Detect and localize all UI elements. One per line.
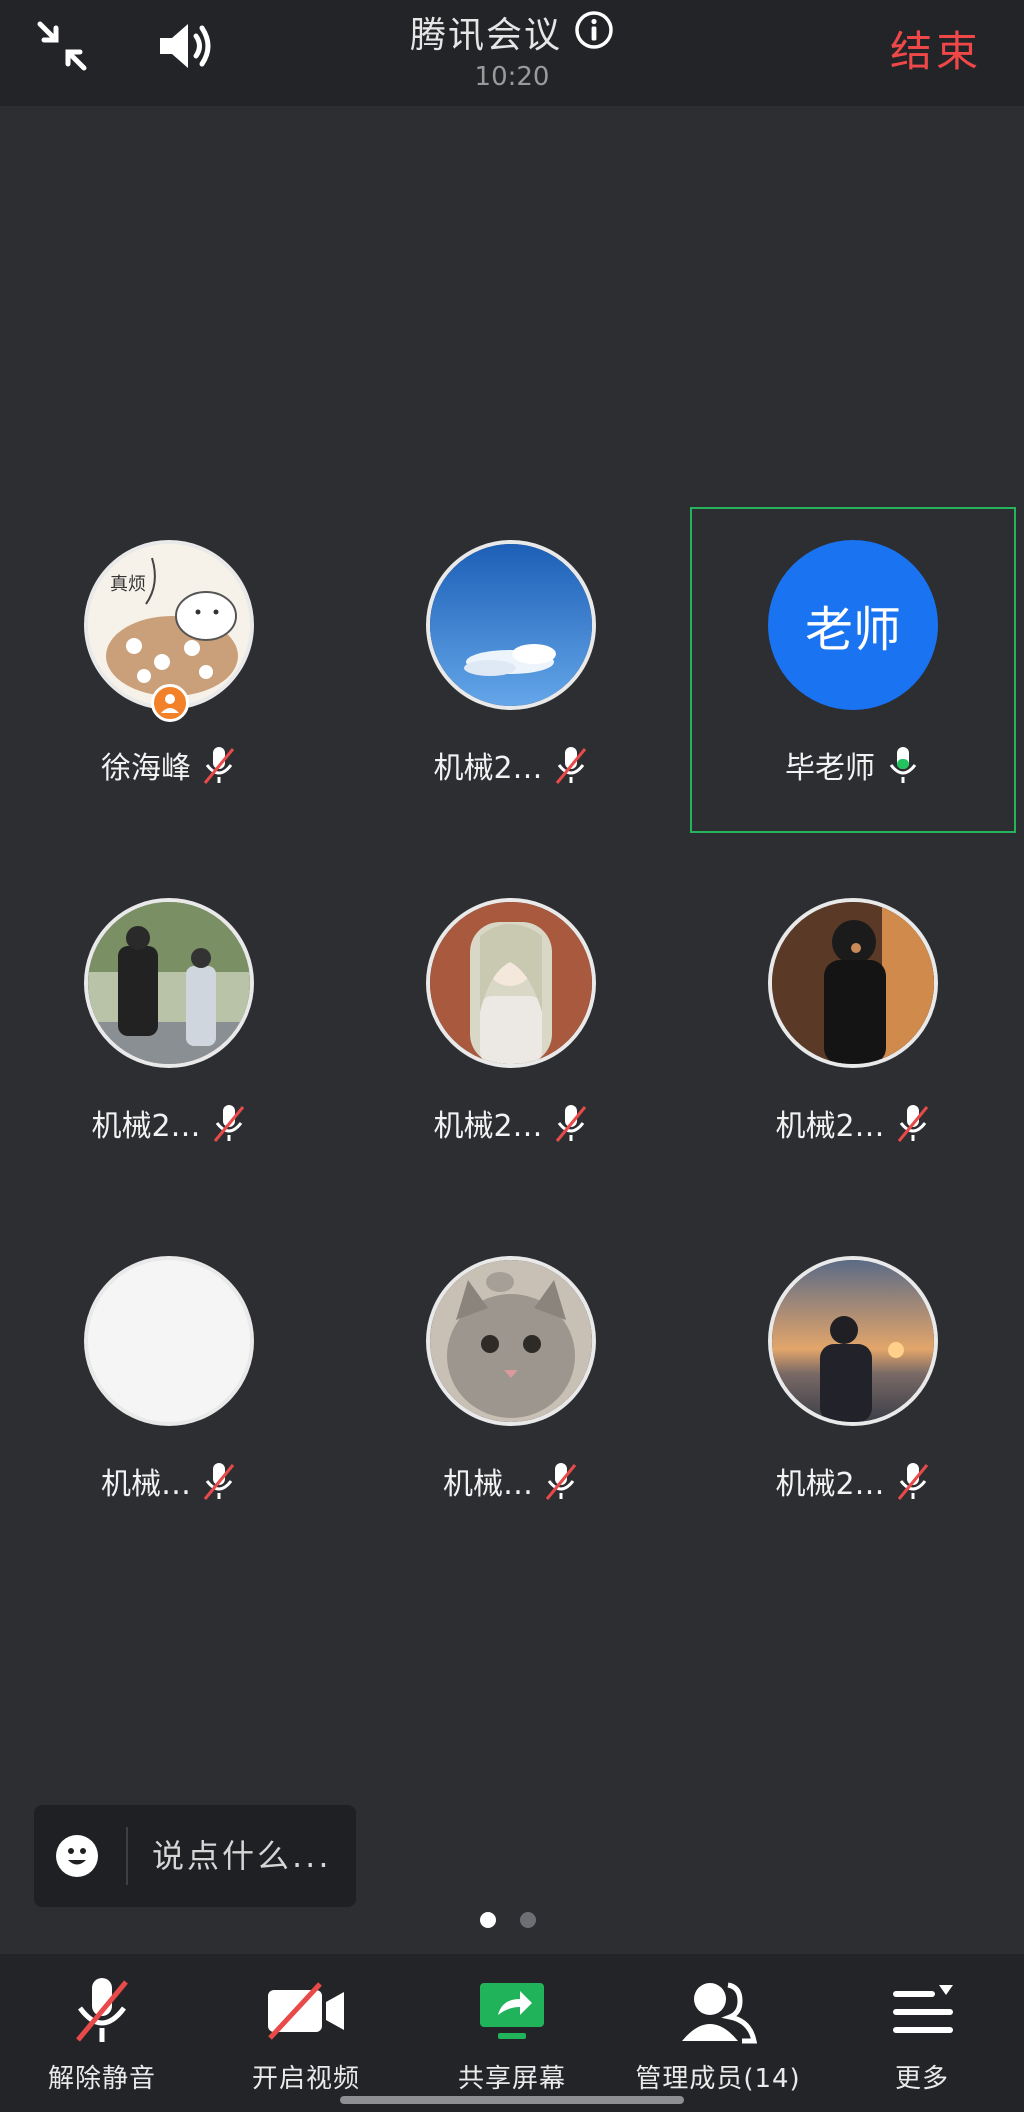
participant-name: 机械2…: [775, 1109, 885, 1144]
avatar-caption: 真烦: [110, 574, 146, 595]
mic-muted-icon: [551, 1101, 591, 1145]
top-bar: 腾讯会议 10:20 结束: [0, 0, 1024, 106]
page-indicator: [480, 1912, 536, 1928]
mic-muted-icon: [551, 743, 591, 787]
more-button[interactable]: 更多: [822, 1974, 1022, 2094]
participant-name: 机械…: [101, 1467, 191, 1502]
participant-avatar: [768, 1256, 938, 1426]
meeting-title: 腾讯会议: [409, 15, 562, 56]
page-dot[interactable]: [520, 1912, 536, 1928]
video-off-icon: [206, 1974, 406, 2048]
participant-name: 徐海峰: [101, 751, 191, 786]
chat-input-box[interactable]: 说点什么...: [34, 1805, 356, 1907]
more-label: 更多: [894, 2064, 949, 2094]
start-video-button[interactable]: 开启视频: [206, 1974, 406, 2094]
participant-name: 机械2…: [433, 1109, 543, 1144]
participant-tile[interactable]: 机械…: [342, 1226, 682, 1556]
emoji-icon[interactable]: [56, 1835, 98, 1877]
participant-tile[interactable]: 机械2…: [0, 868, 340, 1198]
page-dot-active[interactable]: [480, 1912, 496, 1928]
participant-tile[interactable]: 机械2…: [684, 868, 1024, 1198]
participant-avatar: [426, 1256, 596, 1426]
participant-tile[interactable]: 机械…: [0, 1226, 340, 1556]
participant-avatar: 老师: [768, 540, 938, 710]
unmute-button[interactable]: 解除静音: [2, 1974, 202, 2094]
chat-placeholder: 说点什么...: [152, 1837, 332, 1875]
participant-tile[interactable]: 真烦 徐海峰: [0, 510, 340, 840]
mic-on-icon: [883, 743, 923, 787]
participant-tile-active[interactable]: 老师 毕老师: [684, 510, 1024, 840]
participant-tile[interactable]: 机械2…: [342, 868, 682, 1198]
manage-members-label: 管理成员(14): [635, 2064, 801, 2094]
participant-name: 机械…: [443, 1467, 533, 1502]
participant-avatar: [84, 898, 254, 1068]
participant-name: 机械2…: [91, 1109, 201, 1144]
participant-name: 机械2…: [433, 751, 543, 786]
share-screen-button[interactable]: 共享屏幕: [412, 1974, 612, 2094]
share-screen-icon: [412, 1974, 612, 2048]
participant-avatar: [84, 1256, 254, 1426]
mic-muted-icon: [893, 1459, 933, 1503]
meeting-title-area: 腾讯会议 10:20: [0, 6, 1024, 92]
mic-muted-icon: [2, 1974, 202, 2048]
participant-avatar: [768, 898, 938, 1068]
members-icon: [618, 1974, 818, 2048]
participant-avatar: [426, 898, 596, 1068]
avatar-initials: 老师: [804, 602, 901, 658]
participant-name: 毕老师: [785, 751, 875, 786]
participant-tile[interactable]: 机械2…: [684, 1226, 1024, 1556]
start-video-label: 开启视频: [251, 2064, 360, 2094]
info-icon[interactable]: [574, 10, 614, 54]
participant-name: 机械2…: [775, 1467, 885, 1502]
bottom-toolbar: 解除静音 开启视频 共享屏幕 管理成员(14) 更多: [0, 1954, 1024, 2112]
home-indicator: [340, 2096, 684, 2104]
mic-muted-icon: [209, 1101, 249, 1145]
unmute-label: 解除静音: [47, 2064, 156, 2094]
mic-muted-icon: [199, 743, 239, 787]
chat-divider: [126, 1827, 128, 1885]
mic-muted-icon: [893, 1101, 933, 1145]
share-screen-label: 共享屏幕: [457, 2064, 566, 2094]
meeting-time: 10:20: [474, 62, 550, 92]
mic-muted-icon: [541, 1459, 581, 1503]
manage-members-button[interactable]: 管理成员(14): [618, 1974, 818, 2094]
participant-tile[interactable]: 机械2…: [342, 510, 682, 840]
mic-muted-icon: [199, 1459, 239, 1503]
host-badge-icon: [151, 684, 189, 722]
more-icon: [822, 1974, 1022, 2048]
participant-avatar: [426, 540, 596, 710]
end-meeting-button[interactable]: 结束: [890, 18, 982, 79]
